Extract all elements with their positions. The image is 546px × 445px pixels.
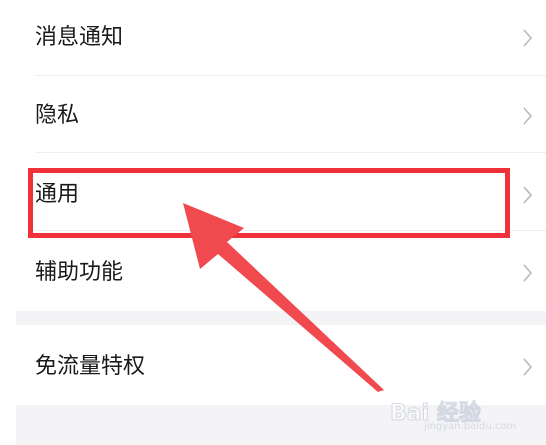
- chevron-right-icon: [520, 353, 536, 381]
- settings-item-data-free-privilege[interactable]: 免流量特权: [0, 325, 546, 405]
- settings-screen: 消息通知 隐私 通用 辅助功能 免流量特权 Bai 经验 jingyan.bai…: [0, 0, 546, 445]
- chevron-right-icon: [520, 259, 536, 287]
- settings-item-label: 隐私: [35, 103, 80, 128]
- watermark-logo: Bai 经验 jingyan.baidu.com: [390, 395, 520, 435]
- settings-item-privacy[interactable]: 隐私: [0, 76, 546, 153]
- section-gap: [16, 311, 546, 325]
- highlight-box: [28, 168, 510, 238]
- settings-item-label: 消息通知: [35, 25, 124, 50]
- chevron-right-icon: [520, 24, 536, 52]
- chevron-right-icon: [520, 181, 536, 209]
- chevron-right-icon: [520, 102, 536, 130]
- watermark-url: jingyan.baidu.com: [424, 421, 517, 432]
- settings-item-label: 免流量特权: [35, 354, 146, 379]
- settings-item-accessibility[interactable]: 辅助功能: [0, 231, 546, 311]
- settings-item-label: 辅助功能: [35, 260, 124, 285]
- settings-item-notifications[interactable]: 消息通知: [0, 0, 546, 76]
